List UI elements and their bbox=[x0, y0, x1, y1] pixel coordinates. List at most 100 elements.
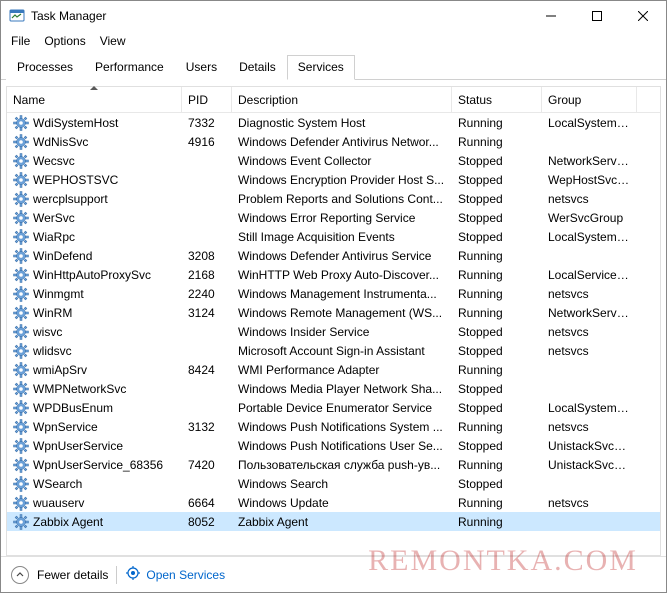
service-group: netsvcs bbox=[542, 192, 637, 206]
footer-divider bbox=[116, 566, 117, 584]
service-row[interactable]: WecsvcWindows Event CollectorStoppedNetw… bbox=[7, 151, 660, 170]
service-description: Windows Error Reporting Service bbox=[232, 211, 452, 225]
service-row[interactable]: WSearchWindows SearchStopped bbox=[7, 474, 660, 493]
service-row[interactable]: wercplsupportProblem Reports and Solutio… bbox=[7, 189, 660, 208]
service-name: WinRM bbox=[33, 306, 72, 320]
footer: Fewer details Open Services bbox=[1, 556, 666, 592]
service-group: netsvcs bbox=[542, 420, 637, 434]
tab-details[interactable]: Details bbox=[228, 55, 287, 80]
col-name[interactable]: Name bbox=[7, 87, 182, 112]
service-name: WiaRpc bbox=[33, 230, 75, 244]
col-description[interactable]: Description bbox=[232, 87, 452, 112]
gear-icon bbox=[13, 343, 29, 359]
services-grid-body[interactable]: WdiSystemHost7332Diagnostic System HostR… bbox=[7, 113, 660, 555]
service-status: Stopped bbox=[452, 192, 542, 206]
menu-file[interactable]: File bbox=[11, 34, 30, 48]
service-pid: 7420 bbox=[182, 458, 232, 472]
service-name: WerSvc bbox=[33, 211, 75, 225]
col-pid[interactable]: PID bbox=[182, 87, 232, 112]
fewer-details-button[interactable]: Fewer details bbox=[37, 568, 108, 582]
service-description: Windows Push Notifications User Se... bbox=[232, 439, 452, 453]
service-group: netsvcs bbox=[542, 344, 637, 358]
service-name: WPDBusEnum bbox=[33, 401, 113, 415]
tab-services[interactable]: Services bbox=[287, 55, 355, 80]
gear-icon bbox=[13, 419, 29, 435]
close-button[interactable] bbox=[620, 1, 666, 31]
service-row[interactable]: WpnUserServiceWindows Push Notifications… bbox=[7, 436, 660, 455]
gear-icon bbox=[13, 286, 29, 302]
service-row[interactable]: WerSvcWindows Error Reporting ServiceSto… bbox=[7, 208, 660, 227]
service-row[interactable]: WdiSystemHost7332Diagnostic System HostR… bbox=[7, 113, 660, 132]
tab-processes[interactable]: Processes bbox=[6, 55, 84, 80]
gear-icon bbox=[13, 267, 29, 283]
service-row[interactable]: wisvcWindows Insider ServiceStoppednetsv… bbox=[7, 322, 660, 341]
menubar: File Options View bbox=[1, 31, 666, 53]
gear-icon bbox=[13, 381, 29, 397]
service-row[interactable]: WMPNetworkSvcWindows Media Player Networ… bbox=[7, 379, 660, 398]
service-row[interactable]: wuauserv6664Windows UpdateRunningnetsvcs bbox=[7, 493, 660, 512]
col-group[interactable]: Group bbox=[542, 87, 637, 112]
menu-options[interactable]: Options bbox=[44, 34, 85, 48]
service-row[interactable]: wlidsvcMicrosoft Account Sign-in Assista… bbox=[7, 341, 660, 360]
service-row[interactable]: Zabbix Agent8052Zabbix AgentRunning bbox=[7, 512, 660, 531]
service-pid: 2168 bbox=[182, 268, 232, 282]
tab-performance[interactable]: Performance bbox=[84, 55, 175, 80]
service-name: wisvc bbox=[33, 325, 62, 339]
service-description: Windows Insider Service bbox=[232, 325, 452, 339]
service-description: Windows Encryption Provider Host S... bbox=[232, 173, 452, 187]
service-description: Windows Defender Antivirus Networ... bbox=[232, 135, 452, 149]
service-description: Windows Event Collector bbox=[232, 154, 452, 168]
service-row[interactable]: wmiApSrv8424WMI Performance AdapterRunni… bbox=[7, 360, 660, 379]
service-row[interactable]: WpnUserService_683567420Пользовательская… bbox=[7, 455, 660, 474]
service-group: UnistackSvcGr... bbox=[542, 439, 637, 453]
service-group: WepHostSvcG... bbox=[542, 173, 637, 187]
service-description: WMI Performance Adapter bbox=[232, 363, 452, 377]
gear-icon bbox=[13, 514, 29, 530]
service-pid: 8424 bbox=[182, 363, 232, 377]
service-description: Windows Defender Antivirus Service bbox=[232, 249, 452, 263]
window-title: Task Manager bbox=[31, 9, 106, 23]
tab-users[interactable]: Users bbox=[175, 55, 228, 80]
chevron-up-icon[interactable] bbox=[11, 566, 29, 584]
service-pid: 3132 bbox=[182, 420, 232, 434]
service-name: WdiSystemHost bbox=[33, 116, 118, 130]
service-row[interactable]: WiaRpcStill Image Acquisition EventsStop… bbox=[7, 227, 660, 246]
service-name: wmiApSrv bbox=[33, 363, 87, 377]
service-row[interactable]: WEPHOSTSVCWindows Encryption Provider Ho… bbox=[7, 170, 660, 189]
tab-bar: Processes Performance Users Details Serv… bbox=[1, 54, 666, 80]
service-name: WpnUserService_68356 bbox=[33, 458, 163, 472]
service-row[interactable]: WpnService3132Windows Push Notifications… bbox=[7, 417, 660, 436]
service-group: LocalSystemN... bbox=[542, 230, 637, 244]
gear-icon bbox=[13, 476, 29, 492]
gear-icon bbox=[13, 172, 29, 188]
service-pid: 7332 bbox=[182, 116, 232, 130]
service-description: Windows Push Notifications System ... bbox=[232, 420, 452, 434]
service-name: WinHttpAutoProxySvc bbox=[33, 268, 151, 282]
service-status: Stopped bbox=[452, 173, 542, 187]
service-status: Stopped bbox=[452, 325, 542, 339]
service-group: netsvcs bbox=[542, 496, 637, 510]
minimize-button[interactable] bbox=[528, 1, 574, 31]
service-name: WMPNetworkSvc bbox=[33, 382, 126, 396]
service-description: Zabbix Agent bbox=[232, 515, 452, 529]
service-row[interactable]: WinRM3124Windows Remote Management (WS..… bbox=[7, 303, 660, 322]
service-description: Windows Search bbox=[232, 477, 452, 491]
service-name: WSearch bbox=[33, 477, 82, 491]
service-status: Running bbox=[452, 268, 542, 282]
service-row[interactable]: WinHttpAutoProxySvc2168WinHTTP Web Proxy… bbox=[7, 265, 660, 284]
gear-icon bbox=[13, 210, 29, 226]
service-pid: 3208 bbox=[182, 249, 232, 263]
service-row[interactable]: WinDefend3208Windows Defender Antivirus … bbox=[7, 246, 660, 265]
col-status[interactable]: Status bbox=[452, 87, 542, 112]
service-row[interactable]: Winmgmt2240Windows Management Instrument… bbox=[7, 284, 660, 303]
service-name: wercplsupport bbox=[33, 192, 108, 206]
menu-view[interactable]: View bbox=[100, 34, 126, 48]
open-services-link[interactable]: Open Services bbox=[125, 565, 225, 584]
service-description: Windows Remote Management (WS... bbox=[232, 306, 452, 320]
services-list: Name PID Description Status Group WdiSys… bbox=[6, 86, 661, 556]
service-row[interactable]: WPDBusEnumPortable Device Enumerator Ser… bbox=[7, 398, 660, 417]
maximize-button[interactable] bbox=[574, 1, 620, 31]
service-row[interactable]: WdNisSvc4916Windows Defender Antivirus N… bbox=[7, 132, 660, 151]
service-description: Windows Management Instrumenta... bbox=[232, 287, 452, 301]
gear-icon bbox=[13, 229, 29, 245]
